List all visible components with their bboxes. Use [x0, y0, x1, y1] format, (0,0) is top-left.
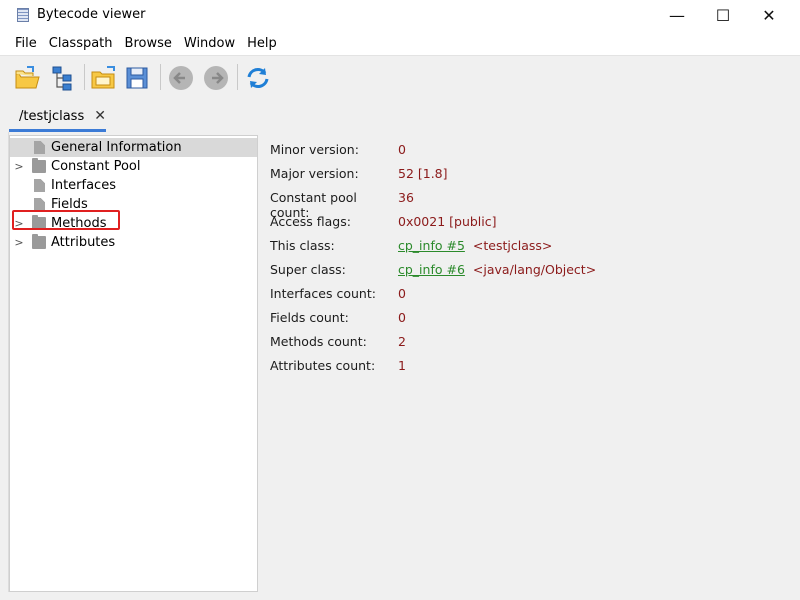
detail-value: 0 [398, 142, 406, 157]
main-area: General Information > Constant Pool Inte… [0, 132, 800, 600]
chevron-right-icon[interactable]: > [14, 160, 24, 173]
tab-strip: /testjclass ✕ [0, 97, 800, 132]
detail-row: Access flags: 0x0021 [public] [270, 214, 497, 234]
bottom-dock-edge [0, 592, 800, 600]
left-dock-edge [0, 132, 9, 600]
close-icon[interactable]: ✕ [94, 108, 106, 124]
menu-browse[interactable]: Browse [119, 36, 178, 51]
detail-row: Interfaces count: 0 [270, 286, 406, 306]
forward-icon[interactable] [202, 64, 230, 92]
detail-key: Methods count: [270, 334, 367, 349]
detail-value: 52 [1.8] [398, 166, 448, 181]
window-title: Bytecode viewer [37, 7, 146, 22]
detail-row: Fields count: 0 [270, 310, 406, 330]
tree-item-label: Constant Pool [51, 159, 141, 174]
detail-row: Super class: cp_info #6 <java/lang/Objec… [270, 262, 596, 282]
maximize-button[interactable]: ☐ [700, 0, 746, 31]
detail-row: Minor version: 0 [270, 142, 406, 162]
detail-row: This class: cp_info #5 <testjclass> [270, 238, 552, 258]
detail-row: Major version: 52 [1.8] [270, 166, 448, 186]
detail-key: This class: [270, 238, 335, 253]
general-information-panel: Minor version: 0 Major version: 52 [1.8]… [258, 132, 794, 592]
menu-bar: File Classpath Browse Window Help [0, 31, 800, 55]
folder-icon [32, 234, 46, 249]
browse-icon[interactable] [90, 64, 118, 92]
tree-item-interfaces[interactable]: Interfaces [10, 176, 257, 195]
detail-key: Interfaces count: [270, 286, 376, 301]
close-button[interactable]: ✕ [746, 0, 792, 31]
structure-tree: General Information > Constant Pool Inte… [9, 135, 258, 592]
detail-row: Attributes count: 1 [270, 358, 406, 378]
cp-info-link[interactable]: cp_info #6 [398, 262, 465, 282]
detail-key: Minor version: [270, 142, 359, 157]
cp-info-link[interactable]: cp_info #5 [398, 238, 465, 258]
back-icon[interactable] [167, 64, 195, 92]
detail-value: <testjclass> [472, 238, 553, 253]
tree-item-label: Interfaces [51, 178, 116, 193]
file-icon [34, 179, 45, 192]
menu-classpath[interactable]: Classpath [43, 36, 119, 51]
toolbar-separator [160, 64, 161, 90]
right-dock-edge [794, 132, 800, 600]
tree-item-general-information[interactable]: General Information [10, 138, 257, 157]
menu-window[interactable]: Window [178, 36, 241, 51]
menu-file[interactable]: File [9, 36, 43, 51]
detail-row: Constant pool count: 36 [270, 190, 414, 220]
file-icon [34, 141, 45, 154]
detail-value: 1 [398, 358, 406, 373]
title-bar: Bytecode viewer — ☐ ✕ [0, 0, 800, 31]
chevron-right-icon[interactable]: > [14, 236, 24, 249]
toolbar [0, 55, 800, 97]
detail-key: Attributes count: [270, 358, 376, 373]
toolbar-separator [237, 64, 238, 90]
toolbar-separator [84, 64, 85, 90]
open-icon[interactable] [13, 64, 41, 92]
classpath-icon[interactable] [49, 64, 77, 92]
tab-testjclass[interactable]: /testjclass ✕ [9, 103, 106, 132]
detail-key: Constant pool count: [270, 190, 357, 220]
folder-icon [32, 158, 46, 173]
detail-key: Super class: [270, 262, 346, 277]
app-icon [17, 8, 29, 22]
reload-icon[interactable] [244, 64, 272, 92]
detail-value: 0 [398, 286, 406, 301]
tree-item-label: Attributes [51, 235, 116, 250]
detail-value: 0 [398, 310, 406, 325]
detail-key: Access flags: [270, 214, 351, 229]
menu-help[interactable]: Help [241, 36, 283, 51]
detail-key: Fields count: [270, 310, 349, 325]
detail-key: Major version: [270, 166, 359, 181]
tree-item-label: General Information [51, 140, 182, 155]
tree-item-attributes[interactable]: > Attributes [10, 233, 257, 252]
annotation-highlight-box [12, 210, 120, 230]
detail-value: 36 [398, 190, 414, 205]
detail-value: <java/lang/Object> [472, 262, 597, 277]
detail-row: Methods count: 2 [270, 334, 406, 354]
save-icon[interactable] [124, 64, 152, 92]
tab-label: /testjclass [19, 108, 85, 124]
tree-item-constant-pool[interactable]: > Constant Pool [10, 157, 257, 176]
minimize-button[interactable]: — [654, 0, 700, 31]
detail-value: 0x0021 [public] [398, 214, 497, 229]
detail-value: 2 [398, 334, 406, 349]
